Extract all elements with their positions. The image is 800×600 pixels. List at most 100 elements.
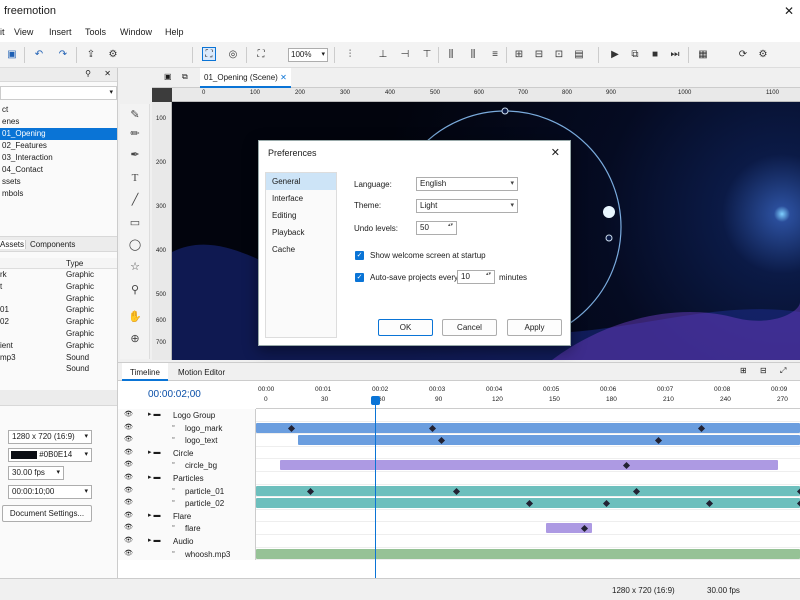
nav-general[interactable]: General <box>266 173 336 190</box>
arrange-icon[interactable]: ⊡ <box>552 47 566 61</box>
visibility-icon[interactable]: 👁 <box>124 448 133 456</box>
asset-row[interactable]: rk Graphic <box>0 269 117 281</box>
timeline-options-icon[interactable]: ⊞ <box>740 366 747 375</box>
circle-handle[interactable] <box>605 234 613 242</box>
tab-timeline[interactable]: Timeline <box>122 363 168 381</box>
timeline-layer-row[interactable]: 👁 ▫ flare <box>118 522 800 535</box>
asset-row[interactable]: 02 Graphic <box>0 316 117 328</box>
visibility-icon[interactable]: 👁 <box>124 549 133 557</box>
close-icon[interactable]: ✕ <box>784 4 794 18</box>
spacing-icon[interactable]: ⊟ <box>532 47 546 61</box>
nav-editing[interactable]: Editing <box>266 207 336 224</box>
panel-close-icon[interactable]: ✕ <box>104 69 111 78</box>
menu-help[interactable]: Help <box>165 27 184 37</box>
menu-window[interactable]: Window <box>120 27 152 37</box>
redo-icon[interactable]: ↷ <box>56 47 70 61</box>
timeline-settings-icon[interactable]: ⊟ <box>760 366 767 375</box>
grid-align-icon[interactable]: ⊞ <box>512 47 526 61</box>
tree-item[interactable]: ssets <box>0 176 117 188</box>
tree-item[interactable]: enes <box>0 116 117 128</box>
visibility-icon[interactable]: 👁 <box>124 435 133 443</box>
timeline-layer-row[interactable]: 👁 ▸ ▬ Particles <box>118 472 800 485</box>
menu-edit[interactable]: it <box>0 27 5 37</box>
flare[interactable] <box>603 206 615 218</box>
asset-row[interactable]: Graphic <box>0 328 117 340</box>
nav-playback[interactable]: Playback <box>266 224 336 241</box>
scene-list-icon[interactable]: ⧉ <box>182 72 188 82</box>
timeline-layer-row[interactable]: 👁 ▫ circle_bg <box>118 459 800 472</box>
nav-interface[interactable]: Interface <box>266 190 336 207</box>
align-right-icon[interactable]: ⊣ <box>398 47 412 61</box>
visibility-icon[interactable]: 👁 <box>124 523 133 531</box>
tab-assets[interactable]: Assets <box>0 240 26 249</box>
zoom-icon[interactable]: ⊕ <box>128 332 142 346</box>
tree-item[interactable]: mbols <box>0 188 117 200</box>
tab-components[interactable]: Components <box>30 240 75 249</box>
visibility-icon[interactable]: 👁 <box>124 511 133 519</box>
tab-close-icon[interactable]: ✕ <box>280 73 287 82</box>
ellipse-icon[interactable]: ◯ <box>128 238 142 252</box>
visibility-icon[interactable]: 👁 <box>124 498 133 506</box>
apply-button[interactable]: Apply <box>507 319 562 336</box>
play-icon[interactable]: ▶ <box>608 47 622 61</box>
timeline-bar[interactable] <box>256 485 800 496</box>
text-icon[interactable]: T <box>128 171 142 185</box>
rectangle-icon[interactable]: ▭ <box>128 216 142 230</box>
tree-item-selected[interactable]: 01_Opening <box>0 128 117 140</box>
zoom-select[interactable]: 100% ▾ <box>288 48 328 62</box>
distribute-v-icon[interactable]: ≡ <box>488 47 502 61</box>
timeline-bar[interactable] <box>256 548 800 559</box>
timeline-layer-row[interactable]: 👁 ▸ ▬ Logo Group <box>118 409 800 422</box>
autosave-checkbox[interactable]: ✓ <box>355 273 364 282</box>
tree-item[interactable]: 03_Interaction <box>0 152 117 164</box>
transform-icon[interactable]: ◎ <box>226 47 240 61</box>
asset-row[interactable]: ient Graphic <box>0 340 117 352</box>
timeline-bar[interactable] <box>280 460 778 471</box>
pencil-icon[interactable]: ✏ <box>128 127 142 141</box>
brush-icon[interactable]: ✒ <box>128 148 142 162</box>
tab-motion-editor[interactable]: Motion Editor <box>178 368 225 377</box>
visibility-icon[interactable]: 👁 <box>124 410 133 418</box>
tree-item[interactable]: 02_Features <box>0 140 117 152</box>
gear-icon[interactable]: ⚙ <box>756 47 770 61</box>
timeline-layer-row[interactable]: 👁 ▫ particle_02 <box>118 497 800 510</box>
tab-scene[interactable]: 01_Opening (Scene) ✕ <box>200 68 291 88</box>
visibility-icon[interactable]: 👁 <box>124 473 133 481</box>
project-search[interactable]: ▾ <box>0 86 117 100</box>
visibility-icon[interactable]: 👁 <box>124 536 133 544</box>
timeline-layer-row[interactable]: 👁 ▫ whoosh.mp3 <box>118 547 800 561</box>
timeline-layer-row[interactable]: 👁 ▫ logo_mark <box>118 421 800 435</box>
autosave-interval-input[interactable]: 10 <box>457 270 495 284</box>
eyedropper-icon[interactable]: ⚲ <box>128 283 142 297</box>
step-icon[interactable]: ⧉ <box>628 47 642 61</box>
asset-row[interactable]: t Graphic <box>0 281 117 293</box>
theme-select[interactable]: Light <box>416 199 518 213</box>
visibility-icon[interactable]: 👁 <box>124 486 133 494</box>
align-top-icon[interactable]: ⊤ <box>420 47 434 61</box>
timeline-bar[interactable] <box>256 422 800 433</box>
tree-item[interactable]: ct <box>0 104 117 116</box>
language-select[interactable]: English <box>416 177 518 191</box>
line-icon[interactable]: ╱ <box>128 193 142 207</box>
resolution-select[interactable]: 1280 x 720 (16:9) ▾ <box>8 430 92 444</box>
asset-row[interactable]: mp3 Sound <box>0 352 117 364</box>
timeline-bar[interactable] <box>298 435 800 446</box>
tree-item[interactable]: 04_Contact <box>0 164 117 176</box>
save-icon[interactable]: ▣ <box>5 47 19 61</box>
refresh-icon[interactable]: ⟳ <box>736 47 750 61</box>
ok-button[interactable]: OK <box>378 319 433 336</box>
order-icon[interactable]: ▤ <box>572 47 586 61</box>
publish-icon[interactable]: ⚙ <box>106 47 120 61</box>
timeline-layer-row[interactable]: 👁 ▫ particle_01 <box>118 484 800 498</box>
select-tool-icon[interactable]: ⛶ <box>202 47 216 61</box>
fast-forward-icon[interactable]: ⏭ <box>668 47 682 61</box>
stop-icon[interactable]: ■ <box>648 47 662 61</box>
timeline-layer-row[interactable]: 👁 ▸ ▬ Audio <box>118 535 800 548</box>
menu-view[interactable]: View <box>14 27 33 37</box>
import-icon[interactable]: ⇪ <box>84 47 98 61</box>
timeline-layer-row[interactable]: 👁 ▸ ▬ Circle <box>118 446 800 460</box>
panel-options-icon[interactable]: ⚲ <box>85 69 91 78</box>
playhead-handle[interactable] <box>371 396 380 405</box>
asset-row[interactable]: Graphic <box>0 293 117 305</box>
dialog-close-icon[interactable]: ✕ <box>551 146 560 159</box>
